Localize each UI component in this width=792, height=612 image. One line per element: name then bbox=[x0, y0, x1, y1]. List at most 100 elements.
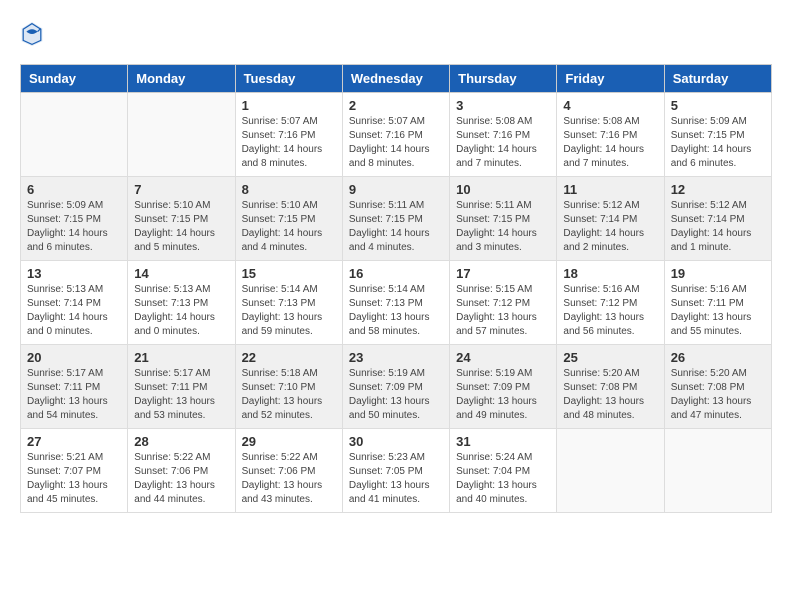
day-info: Sunrise: 5:21 AM Sunset: 7:07 PM Dayligh… bbox=[27, 451, 121, 507]
weekday-header: Monday bbox=[128, 65, 235, 93]
calendar-week-row: 13 Sunrise: 5:13 AM Sunset: 7:14 PM Dayli… bbox=[21, 261, 772, 345]
weekday-header: Wednesday bbox=[342, 65, 449, 93]
day-info: Sunrise: 5:14 AM Sunset: 7:13 PM Dayligh… bbox=[242, 283, 336, 339]
calendar-cell: 16 Sunrise: 5:14 AM Sunset: 7:13 PM Dayli… bbox=[342, 261, 449, 345]
calendar-cell: 30 Sunrise: 5:23 AM Sunset: 7:05 PM Dayli… bbox=[342, 429, 449, 513]
day-info: Sunrise: 5:08 AM Sunset: 7:16 PM Dayligh… bbox=[456, 115, 550, 171]
calendar-cell: 10 Sunrise: 5:11 AM Sunset: 7:15 PM Dayli… bbox=[450, 177, 557, 261]
day-number: 5 bbox=[671, 98, 765, 113]
day-number: 21 bbox=[134, 350, 228, 365]
day-info: Sunrise: 5:22 AM Sunset: 7:06 PM Dayligh… bbox=[242, 451, 336, 507]
calendar-week-row: 1 Sunrise: 5:07 AM Sunset: 7:16 PM Daylig… bbox=[21, 93, 772, 177]
day-number: 22 bbox=[242, 350, 336, 365]
day-number: 19 bbox=[671, 266, 765, 281]
weekday-header-row: SundayMondayTuesdayWednesdayThursdayFrid… bbox=[21, 65, 772, 93]
day-info: Sunrise: 5:14 AM Sunset: 7:13 PM Dayligh… bbox=[349, 283, 443, 339]
day-number: 14 bbox=[134, 266, 228, 281]
logo bbox=[20, 20, 48, 48]
day-info: Sunrise: 5:19 AM Sunset: 7:09 PM Dayligh… bbox=[349, 367, 443, 423]
calendar-cell: 13 Sunrise: 5:13 AM Sunset: 7:14 PM Dayli… bbox=[21, 261, 128, 345]
calendar-cell: 12Sunrise: 5:12 AM Sunset: 7:14 PM Dayli… bbox=[664, 177, 771, 261]
day-number: 13 bbox=[27, 266, 121, 281]
day-number: 28 bbox=[134, 434, 228, 449]
calendar-cell bbox=[557, 429, 664, 513]
weekday-header: Sunday bbox=[21, 65, 128, 93]
logo-icon bbox=[20, 20, 44, 48]
calendar-cell: 15 Sunrise: 5:14 AM Sunset: 7:13 PM Dayli… bbox=[235, 261, 342, 345]
weekday-header: Tuesday bbox=[235, 65, 342, 93]
day-number: 17 bbox=[456, 266, 550, 281]
calendar-cell: 26 Sunrise: 5:20 AM Sunset: 7:08 PM Dayli… bbox=[664, 345, 771, 429]
calendar-cell: 4Sunrise: 5:08 AM Sunset: 7:16 PM Daylig… bbox=[557, 93, 664, 177]
day-number: 10 bbox=[456, 182, 550, 197]
day-number: 7 bbox=[134, 182, 228, 197]
day-number: 6 bbox=[27, 182, 121, 197]
day-info: Sunrise: 5:16 AM Sunset: 7:11 PM Dayligh… bbox=[671, 283, 765, 339]
day-number: 16 bbox=[349, 266, 443, 281]
calendar-cell: 6 Sunrise: 5:09 AM Sunset: 7:15 PM Daylig… bbox=[21, 177, 128, 261]
calendar-cell: 24 Sunrise: 5:19 AM Sunset: 7:09 PM Dayli… bbox=[450, 345, 557, 429]
calendar-cell: 19 Sunrise: 5:16 AM Sunset: 7:11 PM Dayli… bbox=[664, 261, 771, 345]
day-number: 30 bbox=[349, 434, 443, 449]
day-info: Sunrise: 5:23 AM Sunset: 7:05 PM Dayligh… bbox=[349, 451, 443, 507]
calendar-cell: 28 Sunrise: 5:22 AM Sunset: 7:06 PM Dayli… bbox=[128, 429, 235, 513]
day-number: 11 bbox=[563, 182, 657, 197]
day-info: Sunrise: 5:07 AM Sunset: 7:16 PM Dayligh… bbox=[242, 115, 336, 171]
calendar-cell bbox=[664, 429, 771, 513]
calendar-cell: 21Sunrise: 5:17 AM Sunset: 7:11 PM Dayli… bbox=[128, 345, 235, 429]
day-info: Sunrise: 5:10 AM Sunset: 7:15 PM Dayligh… bbox=[242, 199, 336, 255]
calendar-cell: 8 Sunrise: 5:10 AM Sunset: 7:15 PM Daylig… bbox=[235, 177, 342, 261]
calendar-cell: 29Sunrise: 5:22 AM Sunset: 7:06 PM Dayli… bbox=[235, 429, 342, 513]
day-info: Sunrise: 5:13 AM Sunset: 7:14 PM Dayligh… bbox=[27, 283, 121, 339]
day-info: Sunrise: 5:15 AM Sunset: 7:12 PM Dayligh… bbox=[456, 283, 550, 339]
calendar-week-row: 20Sunrise: 5:17 AM Sunset: 7:11 PM Dayli… bbox=[21, 345, 772, 429]
calendar-cell: 14 Sunrise: 5:13 AM Sunset: 7:13 PM Dayli… bbox=[128, 261, 235, 345]
day-number: 1 bbox=[242, 98, 336, 113]
day-info: Sunrise: 5:08 AM Sunset: 7:16 PM Dayligh… bbox=[563, 115, 657, 171]
day-info: Sunrise: 5:20 AM Sunset: 7:08 PM Dayligh… bbox=[671, 367, 765, 423]
day-info: Sunrise: 5:10 AM Sunset: 7:15 PM Dayligh… bbox=[134, 199, 228, 255]
calendar-table: SundayMondayTuesdayWednesdayThursdayFrid… bbox=[20, 64, 772, 513]
day-number: 15 bbox=[242, 266, 336, 281]
calendar-cell: 23 Sunrise: 5:19 AM Sunset: 7:09 PM Dayli… bbox=[342, 345, 449, 429]
weekday-header: Saturday bbox=[664, 65, 771, 93]
day-number: 26 bbox=[671, 350, 765, 365]
day-info: Sunrise: 5:09 AM Sunset: 7:15 PM Dayligh… bbox=[671, 115, 765, 171]
day-number: 2 bbox=[349, 98, 443, 113]
calendar-week-row: 27 Sunrise: 5:21 AM Sunset: 7:07 PM Dayli… bbox=[21, 429, 772, 513]
day-info: Sunrise: 5:12 AM Sunset: 7:14 PM Dayligh… bbox=[563, 199, 657, 255]
day-info: Sunrise: 5:19 AM Sunset: 7:09 PM Dayligh… bbox=[456, 367, 550, 423]
day-info: Sunrise: 5:20 AM Sunset: 7:08 PM Dayligh… bbox=[563, 367, 657, 423]
calendar-cell: 18 Sunrise: 5:16 AM Sunset: 7:12 PM Dayli… bbox=[557, 261, 664, 345]
day-number: 8 bbox=[242, 182, 336, 197]
day-number: 12 bbox=[671, 182, 765, 197]
calendar-cell: 1 Sunrise: 5:07 AM Sunset: 7:16 PM Daylig… bbox=[235, 93, 342, 177]
day-number: 27 bbox=[27, 434, 121, 449]
day-number: 23 bbox=[349, 350, 443, 365]
day-number: 25 bbox=[563, 350, 657, 365]
day-info: Sunrise: 5:11 AM Sunset: 7:15 PM Dayligh… bbox=[349, 199, 443, 255]
day-info: Sunrise: 5:17 AM Sunset: 7:11 PM Dayligh… bbox=[27, 367, 121, 423]
day-number: 24 bbox=[456, 350, 550, 365]
day-info: Sunrise: 5:24 AM Sunset: 7:04 PM Dayligh… bbox=[456, 451, 550, 507]
day-info: Sunrise: 5:16 AM Sunset: 7:12 PM Dayligh… bbox=[563, 283, 657, 339]
calendar-cell: 2Sunrise: 5:07 AM Sunset: 7:16 PM Daylig… bbox=[342, 93, 449, 177]
calendar-cell: 27 Sunrise: 5:21 AM Sunset: 7:07 PM Dayli… bbox=[21, 429, 128, 513]
weekday-header: Friday bbox=[557, 65, 664, 93]
calendar-cell: 9Sunrise: 5:11 AM Sunset: 7:15 PM Daylig… bbox=[342, 177, 449, 261]
calendar-cell: 7 Sunrise: 5:10 AM Sunset: 7:15 PM Daylig… bbox=[128, 177, 235, 261]
day-info: Sunrise: 5:11 AM Sunset: 7:15 PM Dayligh… bbox=[456, 199, 550, 255]
day-info: Sunrise: 5:18 AM Sunset: 7:10 PM Dayligh… bbox=[242, 367, 336, 423]
calendar-cell: 11 Sunrise: 5:12 AM Sunset: 7:14 PM Dayli… bbox=[557, 177, 664, 261]
day-number: 3 bbox=[456, 98, 550, 113]
calendar-week-row: 6 Sunrise: 5:09 AM Sunset: 7:15 PM Daylig… bbox=[21, 177, 772, 261]
calendar-cell bbox=[128, 93, 235, 177]
day-info: Sunrise: 5:13 AM Sunset: 7:13 PM Dayligh… bbox=[134, 283, 228, 339]
day-number: 18 bbox=[563, 266, 657, 281]
weekday-header: Thursday bbox=[450, 65, 557, 93]
calendar-cell bbox=[21, 93, 128, 177]
calendar-cell: 3 Sunrise: 5:08 AM Sunset: 7:16 PM Daylig… bbox=[450, 93, 557, 177]
calendar-cell: 25 Sunrise: 5:20 AM Sunset: 7:08 PM Dayli… bbox=[557, 345, 664, 429]
day-info: Sunrise: 5:22 AM Sunset: 7:06 PM Dayligh… bbox=[134, 451, 228, 507]
day-info: Sunrise: 5:09 AM Sunset: 7:15 PM Dayligh… bbox=[27, 199, 121, 255]
